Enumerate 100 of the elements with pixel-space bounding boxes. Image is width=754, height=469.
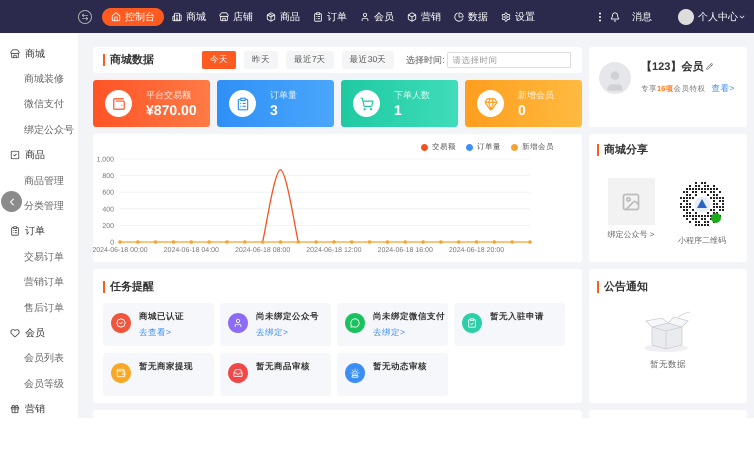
stat-icon — [105, 90, 132, 117]
data-point — [154, 240, 158, 244]
sidebar-item[interactable]: 会员等级 — [0, 371, 78, 396]
nav-icon — [454, 12, 464, 22]
nav-icon — [172, 12, 182, 22]
data-point — [474, 240, 478, 244]
stat-label: 新增会员 — [518, 89, 554, 102]
data-point — [314, 240, 318, 244]
data-point — [350, 240, 354, 244]
task-title: 暂无入驻申请 — [490, 311, 544, 323]
nav-tab[interactable]: 营销 — [407, 8, 441, 26]
picker-label: 选择时间: — [406, 54, 445, 66]
task-card[interactable]: 暂无入驻申请 — [454, 303, 565, 346]
data-point — [190, 240, 194, 244]
stat-value: ¥870.00 — [146, 102, 197, 118]
nav-icon — [360, 12, 370, 22]
menu-group-icon — [10, 328, 20, 338]
task-title: 商城已认证 — [139, 311, 184, 323]
nav-tab[interactable]: 数据 — [454, 8, 488, 26]
nav-tab[interactable]: 商城 — [172, 8, 206, 26]
date-range-tab[interactable]: 昨天 — [244, 51, 278, 69]
task-card[interactable]: 暂无动态审核 — [337, 353, 448, 396]
section-title: 商城数据 — [103, 54, 154, 66]
sidebar-item[interactable]: 交易订单 — [0, 244, 78, 270]
stat-label: 平台交易额 — [146, 89, 192, 102]
data-point — [456, 240, 460, 244]
data-point — [278, 240, 282, 244]
menu-group-icon — [10, 226, 20, 236]
task-title: 尚未绑定公众号 — [256, 311, 319, 323]
user-avatar[interactable] — [678, 8, 694, 24]
stat-icon — [353, 90, 380, 117]
data-point — [510, 240, 514, 244]
task-title: 尚未绑定微信支付 — [373, 311, 445, 323]
task-card[interactable]: 尚未绑定公众号 去绑定> — [220, 303, 331, 346]
menu-group-label[interactable]: 会员 — [25, 326, 45, 340]
date-picker-field[interactable]: 请选择时间 — [446, 52, 571, 68]
edit-icon[interactable] — [706, 63, 714, 70]
nav-tab[interactable]: 店铺 — [219, 8, 253, 26]
nav-icon — [501, 12, 511, 22]
date-range-tab[interactable]: 最近7天 — [286, 51, 334, 69]
share-label[interactable]: 小程序二维码 — [678, 235, 726, 246]
stat-value: 1 — [394, 102, 403, 118]
task-title: 暂无动态审核 — [373, 361, 427, 373]
data-point — [225, 240, 229, 244]
data-point — [118, 240, 122, 244]
stat-icon — [229, 90, 256, 117]
nav-tab[interactable]: 商品 — [266, 8, 300, 26]
nav-tab[interactable]: 设置 — [501, 8, 535, 26]
data-point — [368, 240, 372, 244]
section-title: 任务提醒 — [103, 281, 572, 293]
user-center-menu[interactable]: 个人中心 — [698, 10, 738, 24]
task-card[interactable]: 商城已认证 去查看> — [103, 303, 214, 346]
menu-group-label[interactable]: 商城 — [25, 46, 45, 61]
member-name: 【123】会员 — [641, 60, 704, 74]
data-point — [421, 240, 425, 244]
stat-value: 3 — [270, 102, 279, 118]
data-point — [207, 240, 211, 244]
nav-tab[interactable]: 订单 — [313, 8, 347, 26]
data-point — [136, 240, 140, 244]
sidebar-item[interactable]: 售后订单 — [0, 294, 78, 320]
sidebar-item[interactable]: 分类管理 — [0, 193, 78, 219]
data-point — [439, 240, 443, 244]
empty-text: 暂无数据 — [650, 359, 686, 371]
task-card[interactable]: 尚未绑定微信支付 去绑定> — [337, 303, 448, 346]
menu-group-icon — [10, 48, 20, 59]
nav-icon — [266, 12, 276, 22]
back-button[interactable] — [1, 191, 22, 212]
stat-label: 订单量 — [270, 89, 297, 102]
sidebar-item[interactable]: 商品管理 — [0, 168, 78, 194]
stat-value: 0 — [518, 102, 527, 118]
task-card[interactable]: 暂无商品审核 — [220, 353, 331, 396]
sidebar-item[interactable]: 会员列表 — [0, 346, 78, 372]
sidebar-item[interactable]: 营销订单 — [0, 270, 78, 295]
menu-group-icon — [10, 150, 20, 160]
menu-group-label[interactable]: 商品 — [25, 148, 45, 162]
data-point — [172, 240, 176, 244]
bell-icon[interactable] — [610, 12, 620, 22]
sidebar-item[interactable]: 商城装修 — [0, 66, 78, 92]
share-label[interactable]: 绑定公众号 > — [608, 229, 654, 240]
nav-icon — [111, 12, 121, 22]
data-point — [332, 240, 336, 244]
section-title: 公告通知 — [597, 281, 739, 293]
task-card[interactable]: 暂无商家提现 — [103, 353, 214, 396]
data-point — [403, 240, 408, 244]
messages-link[interactable]: 消息 — [632, 10, 652, 24]
switch-icon[interactable] — [78, 10, 92, 24]
menu-group-label[interactable]: 订单 — [25, 224, 45, 238]
section-title: 商城分享 — [597, 144, 739, 156]
image-placeholder — [608, 178, 654, 225]
nav-tab[interactable]: 会员 — [360, 8, 394, 26]
sidebar-item[interactable]: 绑定公众号 — [0, 117, 78, 143]
sidebar-item[interactable]: 微信支付 — [0, 92, 78, 118]
data-point — [386, 240, 390, 244]
task-title: 暂无商品审核 — [256, 361, 310, 373]
stat-label: 下单人数 — [394, 89, 430, 102]
data-point — [528, 240, 532, 244]
date-range-tab[interactable]: 最近30天 — [342, 51, 394, 69]
menu-group-label[interactable]: 营销 — [25, 402, 45, 416]
data-point — [492, 240, 496, 244]
nav-icon — [219, 12, 229, 22]
